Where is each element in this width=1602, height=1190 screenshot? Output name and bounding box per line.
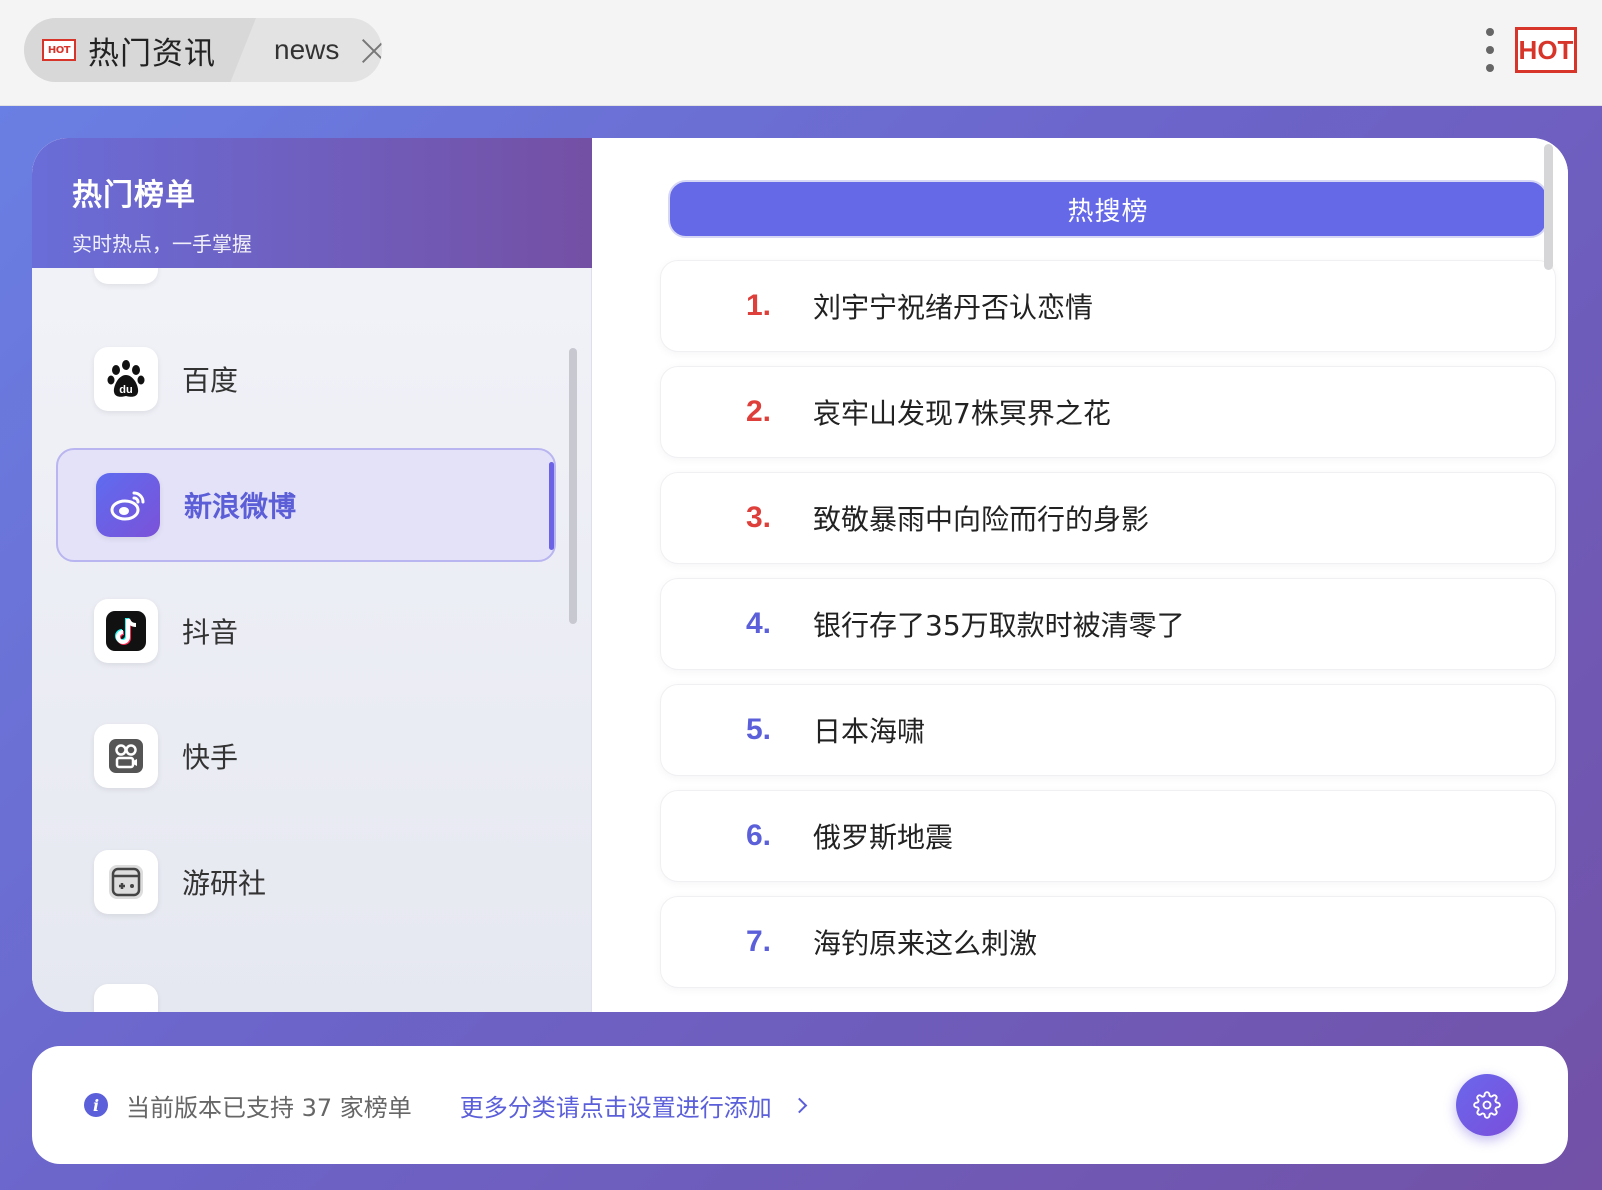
app-background: 热门榜单 实时热点，一手掌握 du 百度 新浪微博 抖音 快手 游研社 热搜榜 …: [0, 106, 1602, 1190]
svg-text:du: du: [119, 384, 132, 396]
sidebar-item-douyin[interactable]: 抖音: [56, 574, 556, 688]
sidebar-item-label: 快手: [182, 741, 239, 774]
list-item[interactable]: 7. 海钓原来这么刺激: [660, 896, 1556, 988]
news-title: 日本海啸: [813, 715, 926, 748]
sidebar-list: du 百度 新浪微博 抖音 快手 游研社: [32, 268, 592, 1012]
title-bar: HOT 热门资讯 news HOT: [0, 0, 1602, 106]
sidebar-item-baidu[interactable]: du 百度: [56, 322, 556, 436]
sidebar-item-weibo[interactable]: 新浪微博: [56, 448, 556, 562]
news-title: 银行存了35万取款时被清零了: [813, 609, 1185, 642]
sidebar-title: 热门榜单: [72, 178, 196, 213]
list-item[interactable]: 4. 银行存了35万取款时被清零了: [660, 578, 1556, 670]
news-title: 俄罗斯地震: [813, 821, 954, 854]
sidebar-item-label: 百度: [182, 364, 239, 397]
close-icon[interactable]: [359, 35, 382, 65]
support-count-text: 当前版本已支持 37 家榜单: [126, 1093, 412, 1122]
gamepad-icon: [94, 850, 158, 914]
baidu-paw-icon: du: [94, 347, 158, 411]
list-item[interactable]: 3. 致敬暴雨中向险而行的身影: [660, 472, 1556, 564]
sidebar-item-label: 抖音: [182, 616, 239, 649]
news-title: 海钓原来这么刺激: [813, 927, 1038, 960]
gear-icon: [1473, 1091, 1501, 1119]
tab-news-label: news: [274, 34, 340, 65]
rank-number: 7.: [745, 925, 771, 958]
add-category-link[interactable]: 更多分类请点击设置进行添加: [460, 1088, 772, 1123]
list-item[interactable]: 2. 哀牢山发现7株冥界之花: [660, 366, 1556, 458]
news-title: 哀牢山发现7株冥界之花: [813, 397, 1111, 430]
weibo-icon: [96, 473, 160, 537]
settings-button[interactable]: [1456, 1074, 1518, 1136]
sidebar-item-label: 新浪微博: [184, 490, 297, 523]
sidebar-item-partial[interactable]: [94, 268, 158, 284]
tab-hot-search[interactable]: 热搜榜: [668, 180, 1548, 238]
hot-badge-icon: HOT: [42, 39, 76, 61]
news-title: 刘宇宁祝绪丹否认恋情: [813, 291, 1094, 324]
sidebar-scrollbar[interactable]: [569, 348, 577, 624]
main-panel: 热门榜单 实时热点，一手掌握 du 百度 新浪微博 抖音 快手 游研社 热搜榜 …: [32, 138, 1568, 1012]
tab-hot-news-label: 热门资讯: [88, 35, 216, 72]
info-icon: i: [84, 1093, 108, 1117]
sidebar-item-label: 游研社: [182, 867, 267, 900]
list-item[interactable]: 6. 俄罗斯地震: [660, 790, 1556, 882]
news-title: 致敬暴雨中向险而行的身影: [813, 503, 1150, 536]
rank-number: 4.: [745, 607, 771, 640]
hot-list-area: 热搜榜 1. 刘宇宁祝绪丹否认恋情 2. 哀牢山发现7株冥界之花 3. 致敬暴雨…: [592, 138, 1568, 1012]
hot-logo: HOT: [1515, 27, 1577, 73]
tab-hot-news[interactable]: HOT 热门资讯: [24, 18, 256, 82]
sidebar: 热门榜单 实时热点，一手掌握 du 百度 新浪微博 抖音 快手 游研社: [32, 138, 592, 1012]
rank-number: 2.: [745, 395, 771, 428]
douyin-icon: [94, 599, 158, 663]
sidebar-item-yysaag[interactable]: 游研社: [56, 825, 556, 939]
sidebar-subtitle: 实时热点，一手掌握: [72, 232, 252, 256]
kuaishou-icon: [94, 724, 158, 788]
chevron-right-icon[interactable]: [791, 1097, 808, 1113]
footer-bar: i 当前版本已支持 37 家榜单 更多分类请点击设置进行添加: [32, 1046, 1568, 1164]
tab-news[interactable]: news: [274, 18, 382, 82]
tab-strip: HOT 热门资讯 news: [24, 18, 382, 82]
rank-number: 3.: [745, 501, 771, 534]
content-scrollbar[interactable]: [1544, 144, 1553, 270]
list-item[interactable]: 5. 日本海啸: [660, 684, 1556, 776]
sidebar-header: 热门榜单 实时热点，一手掌握: [32, 138, 592, 268]
rank-number: 1.: [745, 289, 771, 322]
more-menu-icon[interactable]: [1484, 28, 1496, 72]
sidebar-item-partial[interactable]: [94, 984, 158, 1012]
sidebar-item-kuaishou[interactable]: 快手: [56, 699, 556, 813]
rank-number: 5.: [745, 713, 771, 746]
rank-number: 6.: [745, 819, 771, 852]
list-item[interactable]: 1. 刘宇宁祝绪丹否认恋情: [660, 260, 1556, 352]
